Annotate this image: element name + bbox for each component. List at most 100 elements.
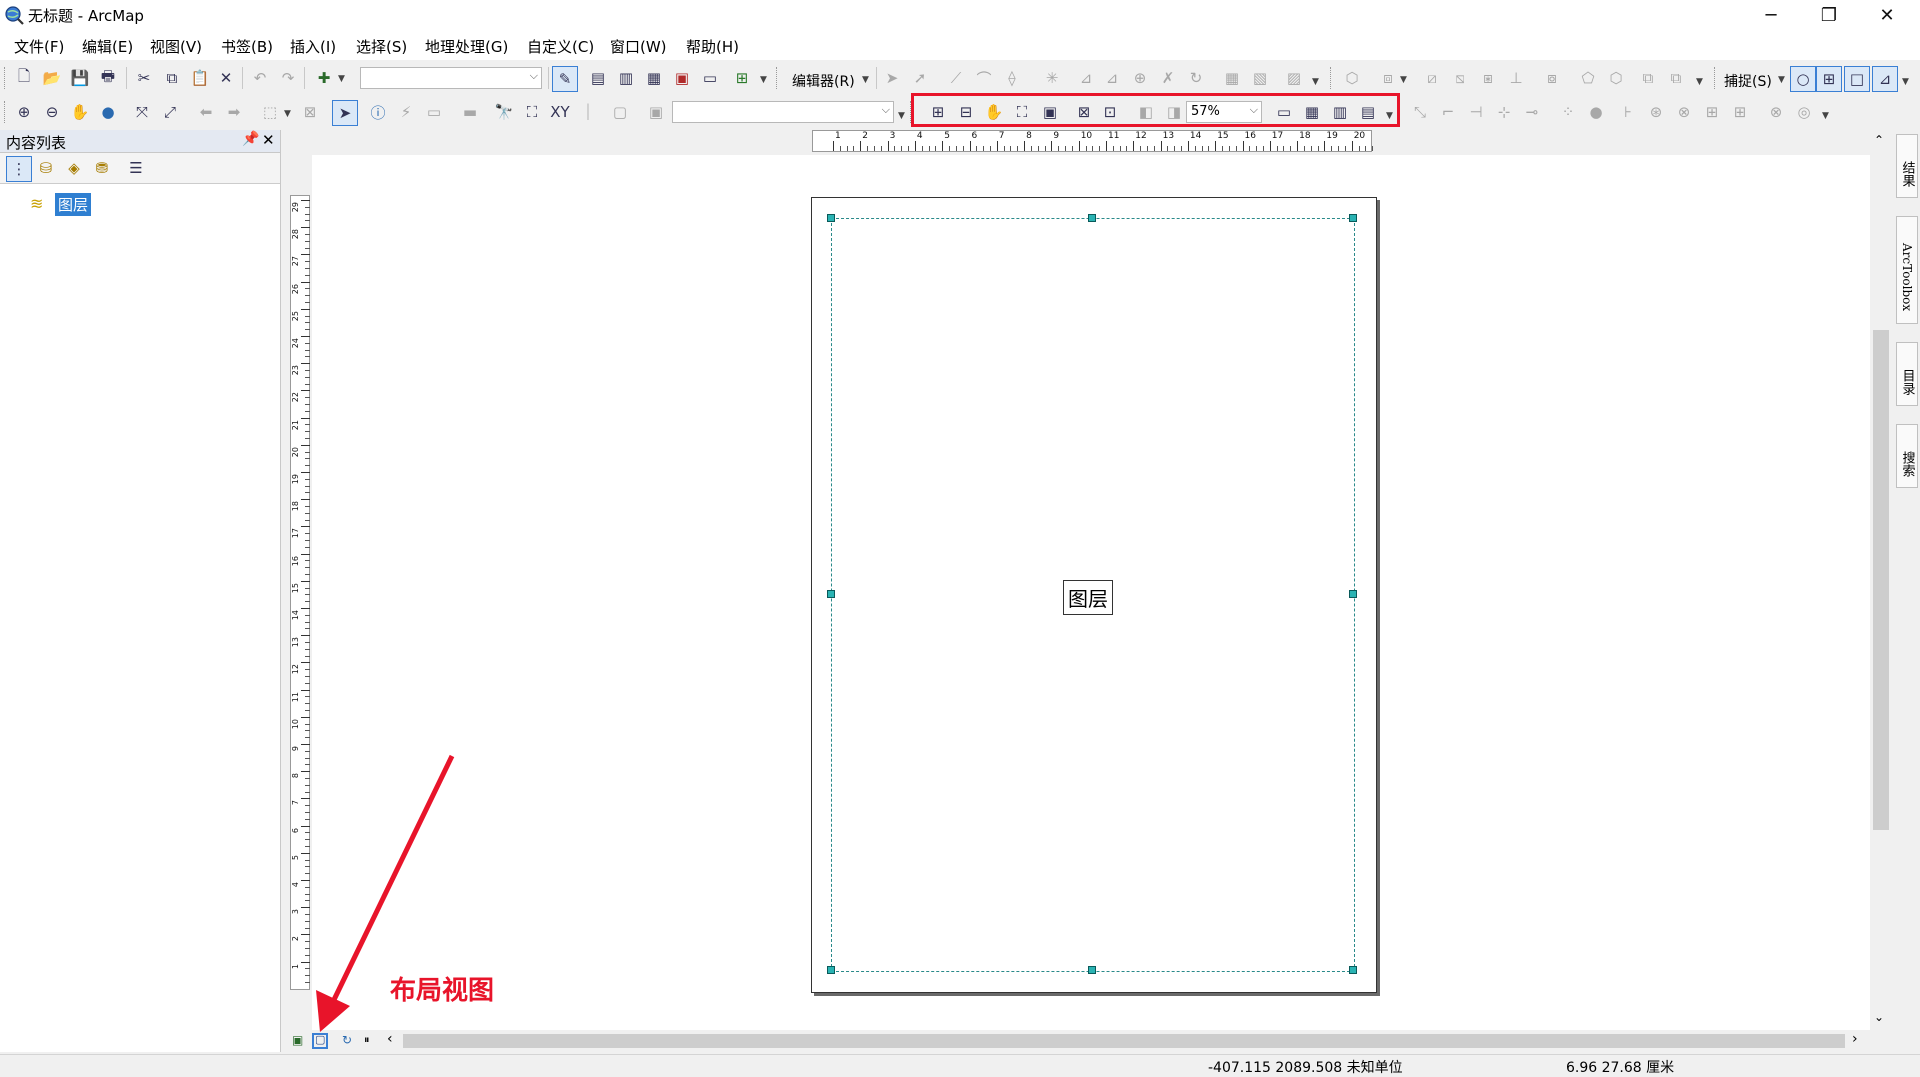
- draw-tool-8-icon[interactable]: ⊦: [1616, 100, 1640, 124]
- catalog-tab[interactable]: 目录: [1896, 342, 1918, 406]
- resize-handle[interactable]: [1349, 966, 1357, 974]
- list-by-source-icon[interactable]: ⛁: [34, 156, 58, 180]
- layer-node-label[interactable]: 图层: [55, 193, 92, 216]
- edge-snap-icon[interactable]: ⊿: [1872, 66, 1898, 92]
- draw-tool-10-icon[interactable]: ⊗: [1672, 100, 1696, 124]
- draw-tool-14-icon[interactable]: ◎: [1792, 100, 1816, 124]
- point-snap-icon[interactable]: ○: [1790, 66, 1816, 92]
- menu-insert[interactable]: 插入(I): [290, 36, 336, 57]
- toc-window-icon[interactable]: ▤: [586, 66, 610, 90]
- copy-icon[interactable]: ⧉: [160, 66, 184, 90]
- resize-handle[interactable]: [827, 590, 835, 598]
- hyperlink-icon[interactable]: ⚡: [394, 100, 418, 124]
- draw-tool-9-icon[interactable]: ⊛: [1644, 100, 1668, 124]
- catalog-window-icon[interactable]: ▥: [614, 66, 638, 90]
- redo-icon[interactable]: ↷: [276, 66, 300, 90]
- delete-icon[interactable]: ✕: [214, 66, 238, 90]
- add-data-icon[interactable]: ✚: [312, 66, 336, 90]
- new-document-icon[interactable]: 🗋: [12, 66, 36, 90]
- reshape-icon[interactable]: ⊿: [1100, 66, 1124, 90]
- edit-tool-icon[interactable]: ➤: [880, 66, 904, 90]
- list-by-visibility-icon[interactable]: ◈: [62, 156, 86, 180]
- pan-icon[interactable]: ✋: [68, 100, 92, 124]
- python-window-icon[interactable]: ▭: [698, 66, 722, 90]
- identify-icon[interactable]: ⓘ: [366, 100, 390, 124]
- end-snap-icon[interactable]: ⊞: [1816, 66, 1842, 92]
- full-extent-icon[interactable]: ●: [96, 100, 120, 124]
- create-features-icon[interactable]: ▨: [1282, 66, 1306, 90]
- clear-selection-icon[interactable]: ⊠: [298, 100, 322, 124]
- resize-handle[interactable]: [1088, 966, 1096, 974]
- go-to-xy-icon[interactable]: XY: [548, 100, 572, 124]
- create-viewer-icon[interactable]: ▢: [608, 100, 632, 124]
- list-by-drawing-order-icon[interactable]: ⋮: [6, 156, 32, 182]
- print-icon[interactable]: 🖶: [96, 66, 120, 90]
- attributes-icon[interactable]: ▦: [1220, 66, 1244, 90]
- pin-icon[interactable]: 📌: [242, 131, 259, 147]
- map-scale-combo[interactable]: ⌵: [360, 67, 542, 89]
- resize-handle[interactable]: [1349, 214, 1357, 222]
- advanced-edit-5-icon[interactable]: ⧇: [1540, 66, 1564, 90]
- menu-windows[interactable]: 窗口(W): [610, 36, 667, 57]
- search-window-icon[interactable]: ▦: [642, 66, 666, 90]
- paste-icon[interactable]: 📋: [188, 66, 212, 90]
- menu-help[interactable]: 帮助(H): [686, 36, 739, 57]
- arctoolbox-tab[interactable]: ArcToolbox: [1896, 216, 1918, 324]
- scroll-down-icon[interactable]: ⌄: [1874, 1010, 1884, 1024]
- toc-close-icon[interactable]: ✕: [262, 131, 275, 149]
- advanced-edit-6-icon[interactable]: ⬠: [1576, 66, 1600, 90]
- open-folder-icon[interactable]: 📂: [40, 66, 64, 90]
- menu-view[interactable]: 视图(V): [150, 36, 202, 57]
- split-icon[interactable]: ✗: [1156, 66, 1180, 90]
- rotate-icon[interactable]: ↻: [1184, 66, 1208, 90]
- results-tab[interactable]: 结果: [1896, 134, 1918, 198]
- select-elements-icon[interactable]: ➤: [332, 100, 358, 126]
- editor-toolbar-icon[interactable]: ✎: [552, 66, 578, 92]
- zoom-in-icon[interactable]: ⊕: [12, 100, 36, 124]
- sketch-properties-icon[interactable]: ▧: [1248, 66, 1272, 90]
- georef-icon[interactable]: ⧈: [1376, 66, 1400, 90]
- measure-icon[interactable]: ▬: [458, 100, 482, 124]
- toc-options-icon[interactable]: ☰: [124, 156, 148, 180]
- resize-handle[interactable]: [1349, 590, 1357, 598]
- editor-menu[interactable]: 编辑器(R): [792, 71, 855, 91]
- restore-button[interactable]: ❐: [1800, 0, 1858, 30]
- html-popup-icon[interactable]: ▭: [422, 100, 446, 124]
- time-slider-icon[interactable]: ⏐: [576, 100, 600, 124]
- advanced-edit-2-icon[interactable]: ⧅: [1448, 66, 1472, 90]
- draw-tool-6-icon[interactable]: ⁘: [1556, 100, 1580, 124]
- undo-icon[interactable]: ↶: [248, 66, 272, 90]
- draw-tool-2-icon[interactable]: ⌐: [1436, 100, 1460, 124]
- resize-handle[interactable]: [827, 966, 835, 974]
- advanced-edit-1-icon[interactable]: ⧄: [1420, 66, 1444, 90]
- straight-segment-icon[interactable]: ⟋: [944, 66, 968, 90]
- arctoolbox-icon[interactable]: ▣: [670, 66, 694, 90]
- end-point-arc-icon[interactable]: ⌒: [972, 66, 996, 90]
- trace-icon[interactable]: ⟠: [1000, 66, 1024, 90]
- target-layer-combo[interactable]: ⌵: [672, 101, 894, 123]
- back-extent-icon[interactable]: ⬅: [194, 100, 218, 124]
- scroll-right-icon[interactable]: ›: [1852, 1031, 1858, 1047]
- save-icon[interactable]: 💾: [68, 66, 92, 90]
- edit-vertices-icon[interactable]: ⊿: [1074, 66, 1098, 90]
- list-by-selection-icon[interactable]: ⛃: [90, 156, 114, 180]
- draw-tool-3-icon[interactable]: ⊣: [1464, 100, 1488, 124]
- vertical-scroll-thumb[interactable]: [1873, 330, 1889, 830]
- cut-icon[interactable]: ✂: [132, 66, 156, 90]
- advanced-edit-3-icon[interactable]: ⧆: [1476, 66, 1500, 90]
- close-button[interactable]: ✕: [1858, 0, 1916, 30]
- select-features-icon[interactable]: ⬚: [258, 100, 282, 124]
- draw-tool-5-icon[interactable]: ⊸: [1520, 100, 1544, 124]
- draw-tool-1-icon[interactable]: ⤡: [1408, 100, 1432, 124]
- advanced-edit-7-icon[interactable]: ⬡: [1604, 66, 1628, 90]
- fixed-zoom-in-icon[interactable]: ⤧: [130, 100, 154, 124]
- draw-tool-7-icon[interactable]: ●: [1584, 100, 1608, 124]
- draw-tool-12-icon[interactable]: ⊞: [1728, 100, 1752, 124]
- resize-handle[interactable]: [1088, 214, 1096, 222]
- horizontal-scroll-thumb[interactable]: [403, 1034, 1845, 1048]
- menu-file[interactable]: 文件(F): [14, 36, 64, 57]
- draw-tool-13-icon[interactable]: ⊗: [1764, 100, 1788, 124]
- snapping-menu[interactable]: 捕捉(S): [1724, 71, 1772, 91]
- menu-edit[interactable]: 编辑(E): [82, 36, 133, 57]
- search-tab[interactable]: 搜索: [1896, 424, 1918, 488]
